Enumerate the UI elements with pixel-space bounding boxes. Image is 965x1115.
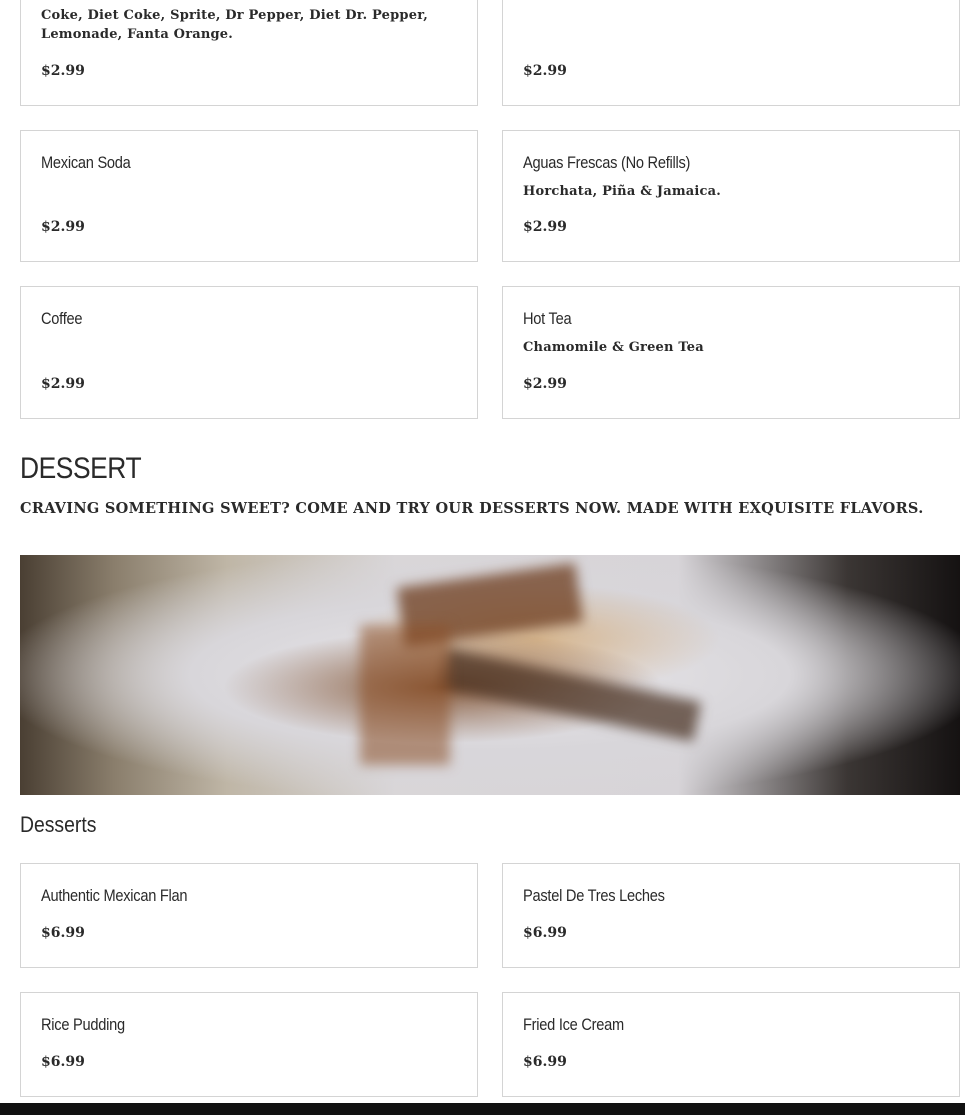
menu-item-card[interactable]: Pastel De Tres Leches $6.99: [502, 863, 960, 968]
subcategory-title: Desserts: [20, 812, 97, 837]
menu-item-name: Fried Ice Cream: [523, 1015, 624, 1034]
menu-item-description: Chamomile & Green Tea: [523, 340, 704, 355]
menu-item-card[interactable]: $2.99: [502, 0, 960, 106]
menu-item-price: $6.99: [523, 1054, 567, 1070]
menu-item-price: $2.99: [41, 376, 85, 392]
menu-item-name: Authentic Mexican Flan: [41, 886, 188, 905]
menu-item-card[interactable]: Rice Pudding $6.99: [20, 992, 478, 1097]
menu-item-price: $2.99: [41, 63, 85, 79]
menu-item-card[interactable]: Mexican Soda $2.99: [20, 130, 478, 262]
menu-item-name: Coffee: [41, 309, 83, 328]
menu-item-description: Horchata, Piña & Jamaica.: [523, 184, 722, 199]
menu-item-card[interactable]: Coke, Diet Coke, Sprite, Dr Pepper, Diet…: [20, 0, 478, 106]
menu-item-name: Hot Tea: [523, 309, 572, 328]
menu-item-price: $2.99: [523, 63, 567, 79]
section-description: CRAVING SOMETHING SWEET? COME AND TRY OU…: [20, 500, 924, 517]
menu-item-name: Aguas Frescas (No Refills): [523, 153, 691, 172]
menu-item-card[interactable]: Coffee $2.99: [20, 286, 478, 419]
menu-item-description: Coke, Diet Coke, Sprite, Dr Pepper, Diet…: [41, 8, 429, 42]
menu-item-price: $6.99: [41, 1054, 85, 1070]
dessert-hero-image: [20, 555, 960, 795]
menu-item-card[interactable]: Aguas Frescas (No Refills) Horchata, Piñ…: [502, 130, 960, 262]
footer-bar: [0, 1103, 965, 1115]
menu-item-price: $2.99: [523, 219, 567, 235]
menu-item-card[interactable]: Hot Tea Chamomile & Green Tea $2.99: [502, 286, 960, 419]
menu-item-card[interactable]: Fried Ice Cream $6.99: [502, 992, 960, 1097]
section-title: DESSERT: [20, 452, 142, 485]
menu-item-price: $6.99: [41, 925, 85, 941]
menu-item-price: $2.99: [523, 376, 567, 392]
menu-item-card[interactable]: Authentic Mexican Flan $6.99: [20, 863, 478, 968]
menu-item-name: Pastel De Tres Leches: [523, 886, 665, 905]
menu-item-name: Mexican Soda: [41, 153, 131, 172]
menu-item-price: $2.99: [41, 219, 85, 235]
menu-item-price: $6.99: [523, 925, 567, 941]
menu-item-name: Rice Pudding: [41, 1015, 125, 1034]
